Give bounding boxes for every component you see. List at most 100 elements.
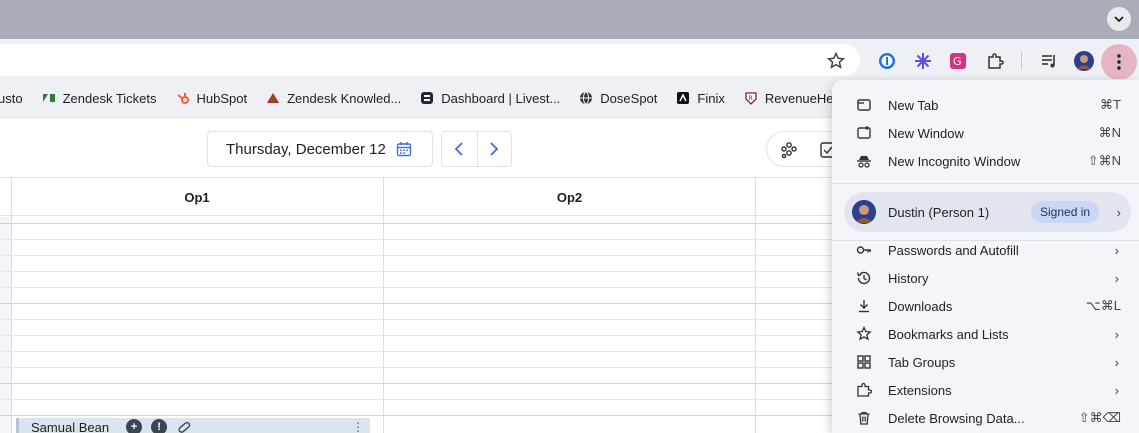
menu-item-label: New Tab	[888, 97, 939, 113]
pill-icon[interactable]	[176, 419, 192, 433]
zendesk-guide-icon	[266, 91, 280, 105]
bookmark-usto[interactable]: usto	[0, 91, 23, 106]
chevron-right-icon: ›	[1114, 242, 1119, 258]
new-tab-icon	[856, 97, 872, 113]
bookmark-label: HubSpot	[196, 90, 248, 106]
more-vertical-icon[interactable]: ⋮	[352, 420, 364, 433]
appointment-patient-name: Samual Bean	[31, 419, 110, 433]
chevron-right-icon	[490, 142, 499, 156]
menu-item-new-window[interactable]: New Window ⌘N	[832, 119, 1139, 147]
column-header-op2: Op2	[556, 189, 583, 205]
alert-icon[interactable]: !	[151, 419, 168, 433]
extension-sparkle-icon[interactable]	[913, 51, 933, 71]
star-icon	[856, 326, 872, 342]
address-bar[interactable]	[0, 44, 860, 76]
previous-day-button[interactable]	[442, 132, 477, 166]
hubspot-icon	[176, 91, 190, 105]
menu-item-shortcut: ⇧⌘⌫	[1078, 410, 1121, 425]
menu-item-tab-groups[interactable]: Tab Groups ›	[832, 348, 1139, 376]
browser-toolbar: G	[0, 39, 1139, 80]
bookmark-label: Zendesk Tickets	[62, 90, 157, 106]
new-window-icon	[856, 125, 872, 141]
tab-search-button[interactable]	[1107, 7, 1131, 31]
chrome-menu: New Tab ⌘T New Window ⌘N New Incognito W…	[832, 80, 1139, 433]
profile-avatar	[852, 200, 876, 224]
revenuehero-icon: R	[744, 91, 758, 105]
profile-name: Dustin (Person 1)	[888, 204, 990, 220]
password-manager-icon[interactable]	[877, 51, 897, 71]
download-icon	[856, 298, 872, 314]
extension-pink-icon[interactable]: G	[948, 51, 968, 71]
trash-icon	[856, 410, 872, 426]
menu-item-delete-browsing-data[interactable]: Delete Browsing Data... ⇧⌘⌫	[832, 404, 1139, 432]
menu-item-passwords[interactable]: Passwords and Autofill ›	[832, 236, 1139, 264]
bookmark-zendesk-tickets[interactable]: Zendesk Tickets	[42, 91, 157, 106]
menu-item-label: History	[888, 270, 929, 286]
menu-item-label: Extensions	[888, 382, 952, 398]
menu-item-new-tab[interactable]: New Tab ⌘T	[832, 91, 1139, 119]
menu-item-label: Tab Groups	[888, 354, 956, 370]
menu-item-shortcut: ⇧⌘N	[1087, 153, 1121, 168]
bookmark-finix[interactable]: Finix	[676, 90, 725, 106]
date-label: Thursday, December 12	[226, 140, 386, 158]
profile-avatar-icon[interactable]	[1074, 51, 1094, 71]
puzzle-icon	[856, 382, 872, 398]
chrome-menu-button[interactable]	[1101, 44, 1137, 80]
chevron-right-icon: ›	[1114, 326, 1119, 342]
people-group-icon[interactable]	[779, 140, 799, 165]
menu-item-shortcut: ⌥⌘L	[1085, 298, 1121, 313]
globe-icon	[579, 91, 593, 105]
chevron-down-icon	[1114, 16, 1124, 23]
chevron-right-icon: ›	[1114, 382, 1119, 398]
menu-item-extensions[interactable]: Extensions ›	[832, 376, 1139, 404]
next-day-button[interactable]	[476, 132, 512, 166]
calendar-icon	[396, 141, 412, 161]
appointment-card[interactable]: Samual Bean + ! ⋮	[16, 418, 370, 433]
menu-item-bookmarks[interactable]: Bookmarks and Lists ›	[832, 320, 1139, 348]
chevron-left-icon	[454, 142, 463, 156]
menu-profile-row[interactable]: Dustin (Person 1) Signed in ›	[844, 192, 1131, 232]
date-picker[interactable]: Thursday, December 12	[207, 131, 433, 167]
chevron-right-icon: ›	[1114, 270, 1119, 286]
menu-item-shortcut: ⌘T	[1100, 97, 1121, 112]
svg-text:R: R	[748, 95, 752, 102]
menu-item-label: Delete Browsing Data...	[888, 410, 1025, 426]
bookmark-dashboard[interactable]: Dashboard | Livest...	[420, 91, 560, 106]
menu-item-history[interactable]: History ›	[832, 264, 1139, 292]
menu-separator	[832, 183, 1139, 184]
menu-item-label: Bookmarks and Lists	[888, 326, 1009, 342]
finix-icon	[676, 91, 690, 105]
bookmark-star-icon[interactable]	[826, 51, 846, 71]
key-icon	[856, 242, 872, 258]
incognito-icon	[856, 153, 872, 169]
zendesk-icon	[42, 91, 56, 105]
chevron-right-icon: ›	[1114, 354, 1119, 370]
add-icon[interactable]: +	[126, 419, 143, 433]
menu-item-label: Downloads	[888, 298, 953, 314]
menu-item-label: New Window	[888, 125, 964, 141]
history-icon	[856, 270, 872, 286]
bookmark-hubspot[interactable]: HubSpot	[176, 90, 248, 106]
signed-in-badge: Signed in	[1031, 201, 1100, 223]
bookmark-dosespot[interactable]: DoseSpot	[579, 91, 657, 106]
media-queue-icon[interactable]	[1039, 51, 1059, 71]
column-header-op1: Op1	[184, 189, 210, 205]
bookmark-label: Zendesk Knowled...	[287, 90, 402, 106]
bookmark-zendesk-knowledge[interactable]: Zendesk Knowled...	[266, 91, 401, 106]
menu-item-label: Passwords and Autofill	[888, 242, 1019, 258]
menu-item-shortcut: ⌘N	[1098, 125, 1121, 140]
more-vertical-icon	[1117, 54, 1121, 70]
menu-item-label: New Incognito Window	[888, 153, 1021, 169]
menu-item-new-incognito[interactable]: New Incognito Window ⇧⌘N	[832, 147, 1139, 175]
date-navigation	[441, 131, 512, 167]
chevron-right-icon: ›	[1116, 204, 1121, 220]
extensions-puzzle-icon[interactable]	[985, 51, 1005, 71]
bookmark-label: DoseSpot	[600, 90, 658, 106]
bookmark-label: Finix	[697, 90, 725, 106]
toolbar-separator	[1021, 52, 1022, 70]
bookmark-revenuehero[interactable]: R RevenueHero	[744, 91, 845, 106]
svg-text:G: G	[953, 55, 962, 68]
bookmark-label: Dashboard | Livest...	[441, 90, 561, 106]
menu-item-downloads[interactable]: Downloads ⌥⌘L	[832, 292, 1139, 320]
tab-strip	[0, 0, 1139, 39]
